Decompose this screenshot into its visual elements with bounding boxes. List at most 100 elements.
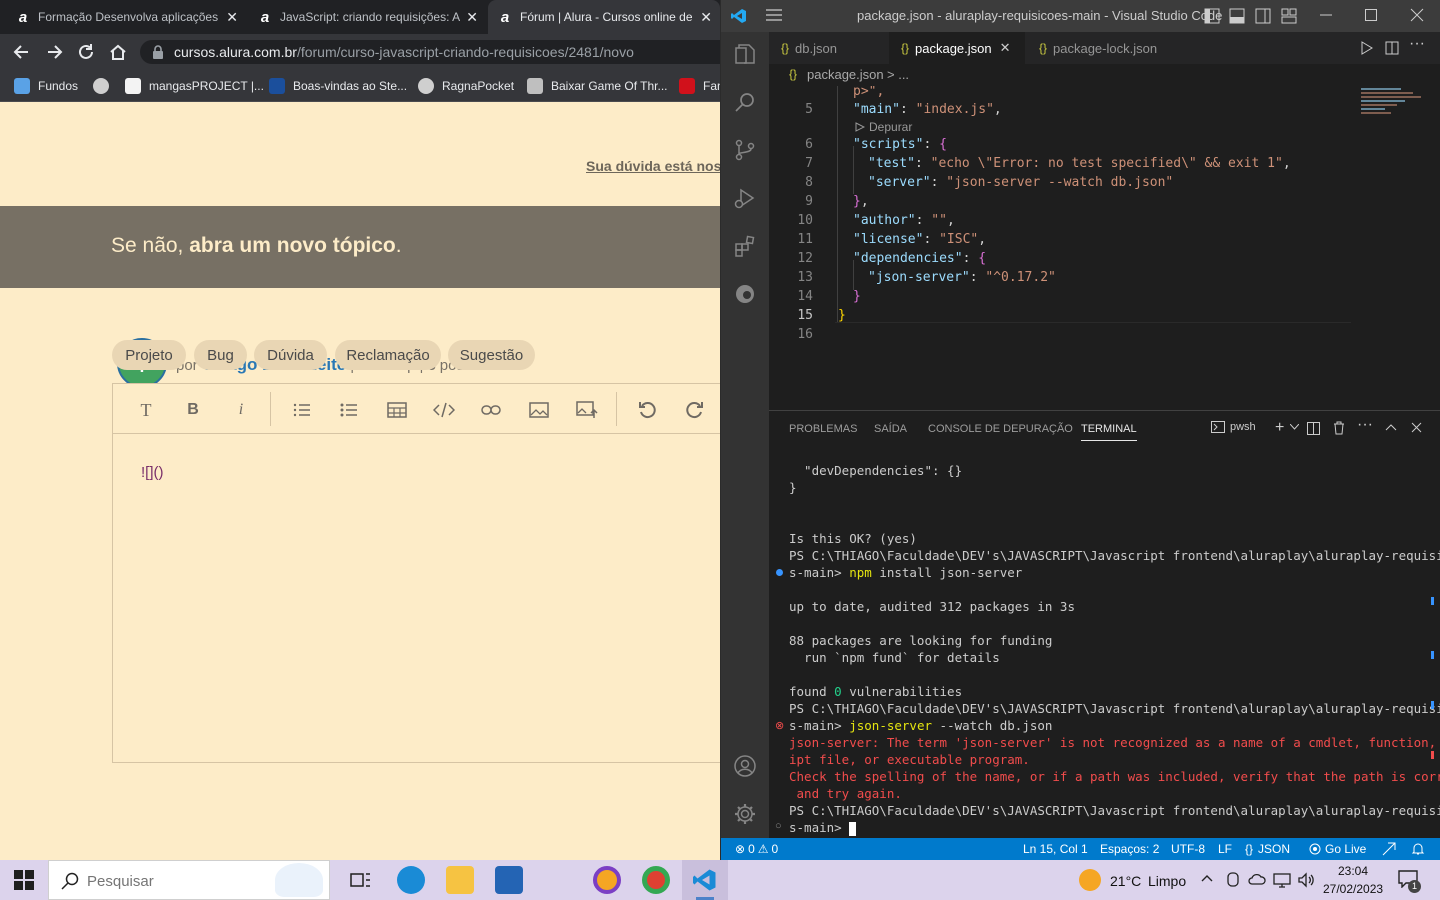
code-editor[interactable]: p>", 5 "main": "index.js", Depurar 6 "sc… bbox=[769, 86, 1440, 409]
bookmark-steam[interactable]: Boas-vindas ao Ste... bbox=[269, 78, 407, 94]
more-actions-icon[interactable]: ··· bbox=[1409, 35, 1425, 53]
table-icon[interactable] bbox=[385, 398, 409, 422]
tag-projeto[interactable]: Projeto bbox=[112, 340, 186, 370]
italic-icon[interactable]: i bbox=[229, 398, 253, 422]
bookmark-fundos[interactable]: Fundos bbox=[14, 78, 78, 94]
tab-debug-console[interactable]: CONSOLE DE DEPURAÇÃO bbox=[928, 423, 1073, 435]
new-terminal-icon[interactable]: + bbox=[1275, 419, 1284, 437]
go-live-button[interactable]: Go Live bbox=[1309, 842, 1366, 856]
close-panel-icon[interactable] bbox=[1411, 422, 1422, 433]
reload-icon[interactable] bbox=[76, 42, 96, 62]
run-code-icon[interactable] bbox=[1359, 41, 1373, 55]
chevron-up-icon[interactable] bbox=[1201, 874, 1213, 882]
clock-time[interactable]: 23:04 bbox=[1338, 864, 1368, 878]
edge-devtools-icon[interactable] bbox=[733, 282, 757, 306]
chrome-icon[interactable] bbox=[642, 866, 670, 894]
microsoft-store-icon[interactable] bbox=[495, 866, 523, 894]
clock-date[interactable]: 27/02/2023 bbox=[1323, 882, 1383, 896]
search-input[interactable] bbox=[87, 870, 267, 892]
indentation[interactable]: Espaços: 2 bbox=[1100, 842, 1159, 856]
close-tab-icon[interactable]: ✕ bbox=[226, 9, 238, 26]
link-icon[interactable] bbox=[479, 398, 503, 422]
terminal-shell-selector[interactable]: pwsh bbox=[1211, 421, 1256, 433]
tab-package-lock-json[interactable]: {} package-lock.json bbox=[1027, 32, 1181, 64]
encoding[interactable]: UTF-8 bbox=[1171, 842, 1205, 856]
tag-duvida[interactable]: Dúvida bbox=[254, 340, 327, 370]
undo-icon[interactable] bbox=[635, 398, 659, 422]
minimize-icon[interactable] bbox=[1319, 8, 1333, 22]
tag-bug[interactable]: Bug bbox=[194, 340, 247, 370]
kill-terminal-icon[interactable] bbox=[1333, 421, 1345, 435]
meet-now-icon[interactable] bbox=[1225, 872, 1241, 888]
split-terminal-icon[interactable] bbox=[1307, 422, 1320, 435]
browser-tab-formacao[interactable]: a Formação Desenvolva aplicações ✕ bbox=[6, 0, 246, 34]
volume-icon[interactable] bbox=[1297, 872, 1315, 888]
windows-start-icon[interactable] bbox=[14, 870, 34, 890]
close-tab-icon[interactable]: ✕ bbox=[466, 9, 478, 26]
tab-db-json[interactable]: {} db.json bbox=[769, 32, 887, 64]
text-style-icon[interactable]: T bbox=[134, 398, 158, 422]
close-tab-icon[interactable]: ✕ bbox=[1000, 40, 1011, 56]
bookmark-got[interactable]: Baixar Game Of Thr... bbox=[527, 78, 667, 94]
breadcrumb-file[interactable]: package.json bbox=[807, 67, 884, 82]
vpn-app-icon[interactable] bbox=[593, 866, 621, 894]
lock-icon[interactable] bbox=[152, 45, 164, 59]
notifications-bell-icon[interactable] bbox=[1411, 842, 1425, 856]
settings-gear-icon[interactable] bbox=[733, 802, 757, 826]
more-actions-icon[interactable]: ··· bbox=[1357, 416, 1373, 434]
run-debug-icon[interactable] bbox=[733, 186, 757, 210]
menu-icon[interactable] bbox=[765, 8, 783, 22]
tab-output[interactable]: SAÍDA bbox=[874, 423, 907, 435]
weather-desc[interactable]: Limpo bbox=[1148, 873, 1186, 889]
command-success-dot[interactable] bbox=[776, 569, 783, 576]
remote-share-icon[interactable] bbox=[1382, 842, 1396, 856]
browser-tab-javascript[interactable]: a JavaScript: criando requisições: A ✕ bbox=[248, 0, 486, 34]
edge-browser-icon[interactable] bbox=[397, 866, 425, 894]
tag-reclamacao[interactable]: Reclamação bbox=[335, 340, 441, 370]
question-link[interactable]: Sua dúvida está nos bbox=[586, 158, 720, 174]
extensions-icon[interactable] bbox=[733, 234, 757, 258]
terminal-output[interactable]: "devDependencies": {} } Is this OK? (yes… bbox=[769, 451, 1440, 839]
address-bar[interactable]: cursos.alura.com.br/forum/curso-javascri… bbox=[140, 40, 720, 64]
weather-temp[interactable]: 21°C bbox=[1110, 873, 1141, 889]
bookmark-ragnapocket[interactable]: RagnaPocket bbox=[418, 78, 514, 94]
editor-content[interactable]: ![]() bbox=[141, 464, 164, 481]
file-explorer-icon[interactable] bbox=[446, 866, 474, 894]
toggle-panel-icon[interactable] bbox=[1229, 8, 1245, 24]
taskbar-search[interactable] bbox=[48, 860, 330, 900]
bookmark-mangas[interactable]: mangasPROJECT |... bbox=[125, 78, 264, 94]
tab-terminal[interactable]: TERMINAL bbox=[1081, 423, 1137, 441]
chevron-down-icon[interactable] bbox=[1290, 424, 1299, 430]
bookmark-globe[interactable] bbox=[93, 78, 117, 94]
forward-icon[interactable] bbox=[44, 42, 64, 62]
tab-problems[interactable]: PROBLEMAS bbox=[789, 423, 857, 435]
close-tab-icon[interactable]: ✕ bbox=[700, 9, 712, 26]
breadcrumb-rest[interactable]: > ... bbox=[887, 67, 909, 82]
split-editor-icon[interactable] bbox=[1385, 41, 1399, 55]
bullet-list-icon[interactable] bbox=[337, 398, 361, 422]
new-topic-link[interactable]: abra um novo tópico bbox=[189, 234, 396, 257]
debug-codelens[interactable]: Depurar bbox=[855, 120, 912, 134]
source-control-icon[interactable] bbox=[733, 138, 757, 162]
toggle-secondary-sidebar-icon[interactable] bbox=[1255, 8, 1271, 24]
code-icon[interactable] bbox=[432, 398, 456, 422]
command-error-icon[interactable]: ⊗ bbox=[775, 719, 784, 732]
bold-icon[interactable]: B bbox=[181, 398, 205, 422]
tag-sugestao[interactable]: Sugestão bbox=[448, 340, 535, 370]
browser-tab-forum[interactable]: a Fórum | Alura - Cursos online de ✕ bbox=[488, 0, 720, 34]
toggle-sidebar-icon[interactable] bbox=[1204, 8, 1220, 24]
accounts-icon[interactable] bbox=[733, 754, 757, 778]
customize-layout-icon[interactable] bbox=[1281, 8, 1297, 24]
image-upload-icon[interactable] bbox=[575, 398, 599, 422]
maximize-panel-icon[interactable] bbox=[1385, 423, 1397, 431]
search-icon[interactable] bbox=[733, 90, 757, 114]
task-view-icon[interactable] bbox=[346, 866, 374, 894]
cursor-position[interactable]: Ln 15, Col 1 bbox=[1023, 842, 1088, 856]
markdown-editor[interactable]: ![]() bbox=[112, 383, 720, 763]
minimap[interactable] bbox=[1361, 88, 1425, 120]
bookmark-fan[interactable]: Fan bbox=[679, 78, 720, 94]
problems-status[interactable]: ⊗ 0 ⚠ 0 bbox=[735, 842, 778, 856]
tab-package-json[interactable]: {} package.json ✕ bbox=[889, 32, 1025, 64]
language-mode[interactable]: {} JSON bbox=[1245, 842, 1290, 856]
close-window-icon[interactable] bbox=[1410, 8, 1424, 22]
